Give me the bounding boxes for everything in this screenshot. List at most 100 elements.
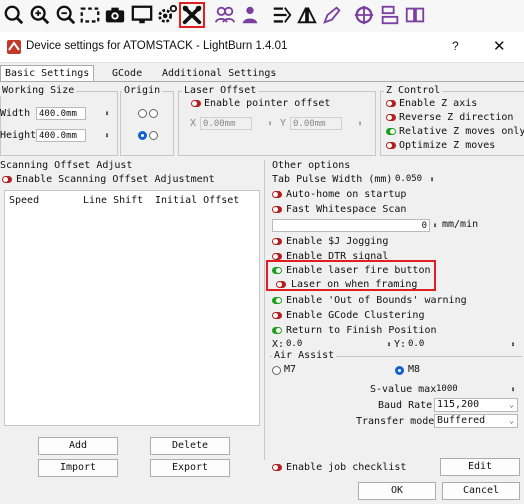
laser-offset-title: Laser Offset [182,85,259,96]
delete-button[interactable]: Delete [150,437,230,455]
zoom-in-icon[interactable] [28,3,52,27]
tab-basic-settings[interactable]: Basic Settings [0,65,95,82]
tab-pulse-spinner-icon[interactable]: ⬍ [427,173,437,186]
reverse-z-toggle[interactable] [386,114,396,121]
origin-title: Origin [122,85,163,96]
return-finish-label: Return to Finish Position [286,325,437,336]
finish-y-spinner-icon[interactable]: ⬍ [508,338,518,351]
transfer-mode-select[interactable]: Buffered ⌄ [434,414,518,428]
reverse-z-label: Reverse Z direction [399,112,514,123]
align-icon[interactable] [270,3,294,27]
auto-home-label: Auto-home on startup [286,189,407,200]
crosshair-icon[interactable] [352,3,376,27]
users-icon[interactable] [213,3,237,27]
column-speed[interactable]: Speed [9,195,39,207]
whitespace-spinner-icon[interactable]: ⬍ [430,219,440,232]
baud-rate-value: 115,200 [437,399,480,410]
origin-top-right-radio[interactable] [149,109,158,118]
z-axis-toggle[interactable] [386,100,396,107]
scanning-offset-table[interactable]: Speed Line Shift Initial Offset [4,190,260,426]
window-title: Device settings for ATOMSTACK - LightBur… [26,40,288,52]
mirror-icon[interactable] [295,3,319,27]
offset-x-spinner-icon[interactable]: ⬍ [265,117,275,130]
column-initial-offset[interactable]: Initial Offset [155,195,239,207]
whitespace-speed-input[interactable]: 0 [272,219,430,232]
dtr-signal-toggle[interactable] [272,253,282,260]
width-spinner-icon[interactable]: ⬍ [102,107,112,120]
s-value-spinner-icon[interactable]: ⬍ [508,383,518,396]
optimize-z-label: Optimize Z moves [399,140,496,151]
cancel-button[interactable]: Cancel [442,482,520,500]
import-button[interactable]: Import [38,459,118,477]
zoom-icon[interactable] [2,3,26,27]
finish-y-input[interactable]: 0.0 [406,338,506,351]
m8-label: M8 [408,364,421,375]
relative-z-label: Relative Z moves only [399,126,524,137]
edit-pen-icon[interactable] [320,3,344,27]
finish-y-label: Y: [394,339,407,350]
offset-y-input[interactable]: 0.00mm [290,117,342,130]
finish-x-spinner-icon[interactable]: ⬍ [384,338,394,351]
laser-on-framing-toggle[interactable] [276,281,286,288]
gcode-clustering-label: Enable GCode Clustering [286,310,425,321]
return-finish-toggle[interactable] [272,327,282,334]
origin-top-left-radio[interactable] [138,109,147,118]
camera-icon[interactable] [103,3,127,27]
baud-rate-label: Baud Rate [378,400,433,411]
settings-gear-icon[interactable] [155,3,179,27]
chevron-down-icon: ⌄ [509,416,514,425]
z-axis-label: Enable Z axis [399,98,478,109]
export-button[interactable]: Export [150,459,230,477]
height-spinner-icon[interactable]: ⬍ [102,129,112,142]
close-button[interactable]: ✕ [493,37,506,55]
laser-on-framing-label: Laser on when framing [291,279,418,290]
baud-rate-select[interactable]: 115,200 ⌄ [434,398,518,412]
offset-x-label: X [190,118,197,129]
column-line-shift[interactable]: Line Shift [83,195,143,207]
person-icon[interactable] [238,3,262,27]
add-button[interactable]: Add [38,437,118,455]
tab-additional-settings[interactable]: Additional Settings [158,66,280,81]
array-icon[interactable] [403,3,427,27]
whitespace-unit: mm/min [442,219,479,230]
j-jogging-toggle[interactable] [272,238,282,245]
s-value-input[interactable]: 1000 [434,383,506,396]
scanning-offset-toggle[interactable] [2,176,12,183]
origin-bottom-left-radio[interactable] [138,131,147,140]
offset-y-spinner-icon[interactable]: ⬍ [355,117,365,130]
chevron-down-icon: ⌄ [509,400,514,409]
m8-radio[interactable] [395,366,404,375]
auto-home-toggle[interactable] [272,191,282,198]
pointer-offset-toggle[interactable] [191,100,201,107]
relative-z-toggle[interactable] [386,128,396,135]
tab-gcode[interactable]: GCode [108,66,146,81]
offset-x-input[interactable]: 0.00mm [200,117,252,130]
tab-pulse-input[interactable]: 0.050 [393,173,429,186]
edit-button[interactable]: Edit [440,458,520,476]
out-of-bounds-toggle[interactable] [272,297,282,304]
scanning-offset-label: Enable Scanning Offset Adjustment [16,174,215,185]
node-tree-icon[interactable] [378,3,402,27]
height-input[interactable]: 400.0mm [36,129,86,142]
width-input[interactable]: 400.0mm [36,107,86,120]
laser-fire-button-toggle[interactable] [272,267,282,274]
device-settings-wrench-icon[interactable] [179,2,205,28]
ok-button[interactable]: OK [358,482,436,500]
toolbar [0,0,524,33]
help-button[interactable]: ? [452,39,459,53]
z-control-title: Z Control [384,85,443,96]
gcode-clustering-toggle[interactable] [272,312,282,319]
m7-radio[interactable] [272,366,281,375]
height-label: Height [0,130,37,141]
frame-selection-icon[interactable] [78,3,102,27]
origin-bottom-right-radio[interactable] [149,131,158,140]
fast-whitespace-toggle[interactable] [272,206,282,213]
divider [264,160,265,460]
out-of-bounds-label: Enable 'Out of Bounds' warning [286,295,467,306]
transfer-mode-label: Transfer mode [356,416,435,427]
zoom-out-icon[interactable] [54,3,78,27]
width-label: Width [0,108,31,119]
monitor-icon[interactable] [130,3,154,27]
job-checklist-toggle[interactable] [272,464,282,471]
optimize-z-toggle[interactable] [386,142,396,149]
